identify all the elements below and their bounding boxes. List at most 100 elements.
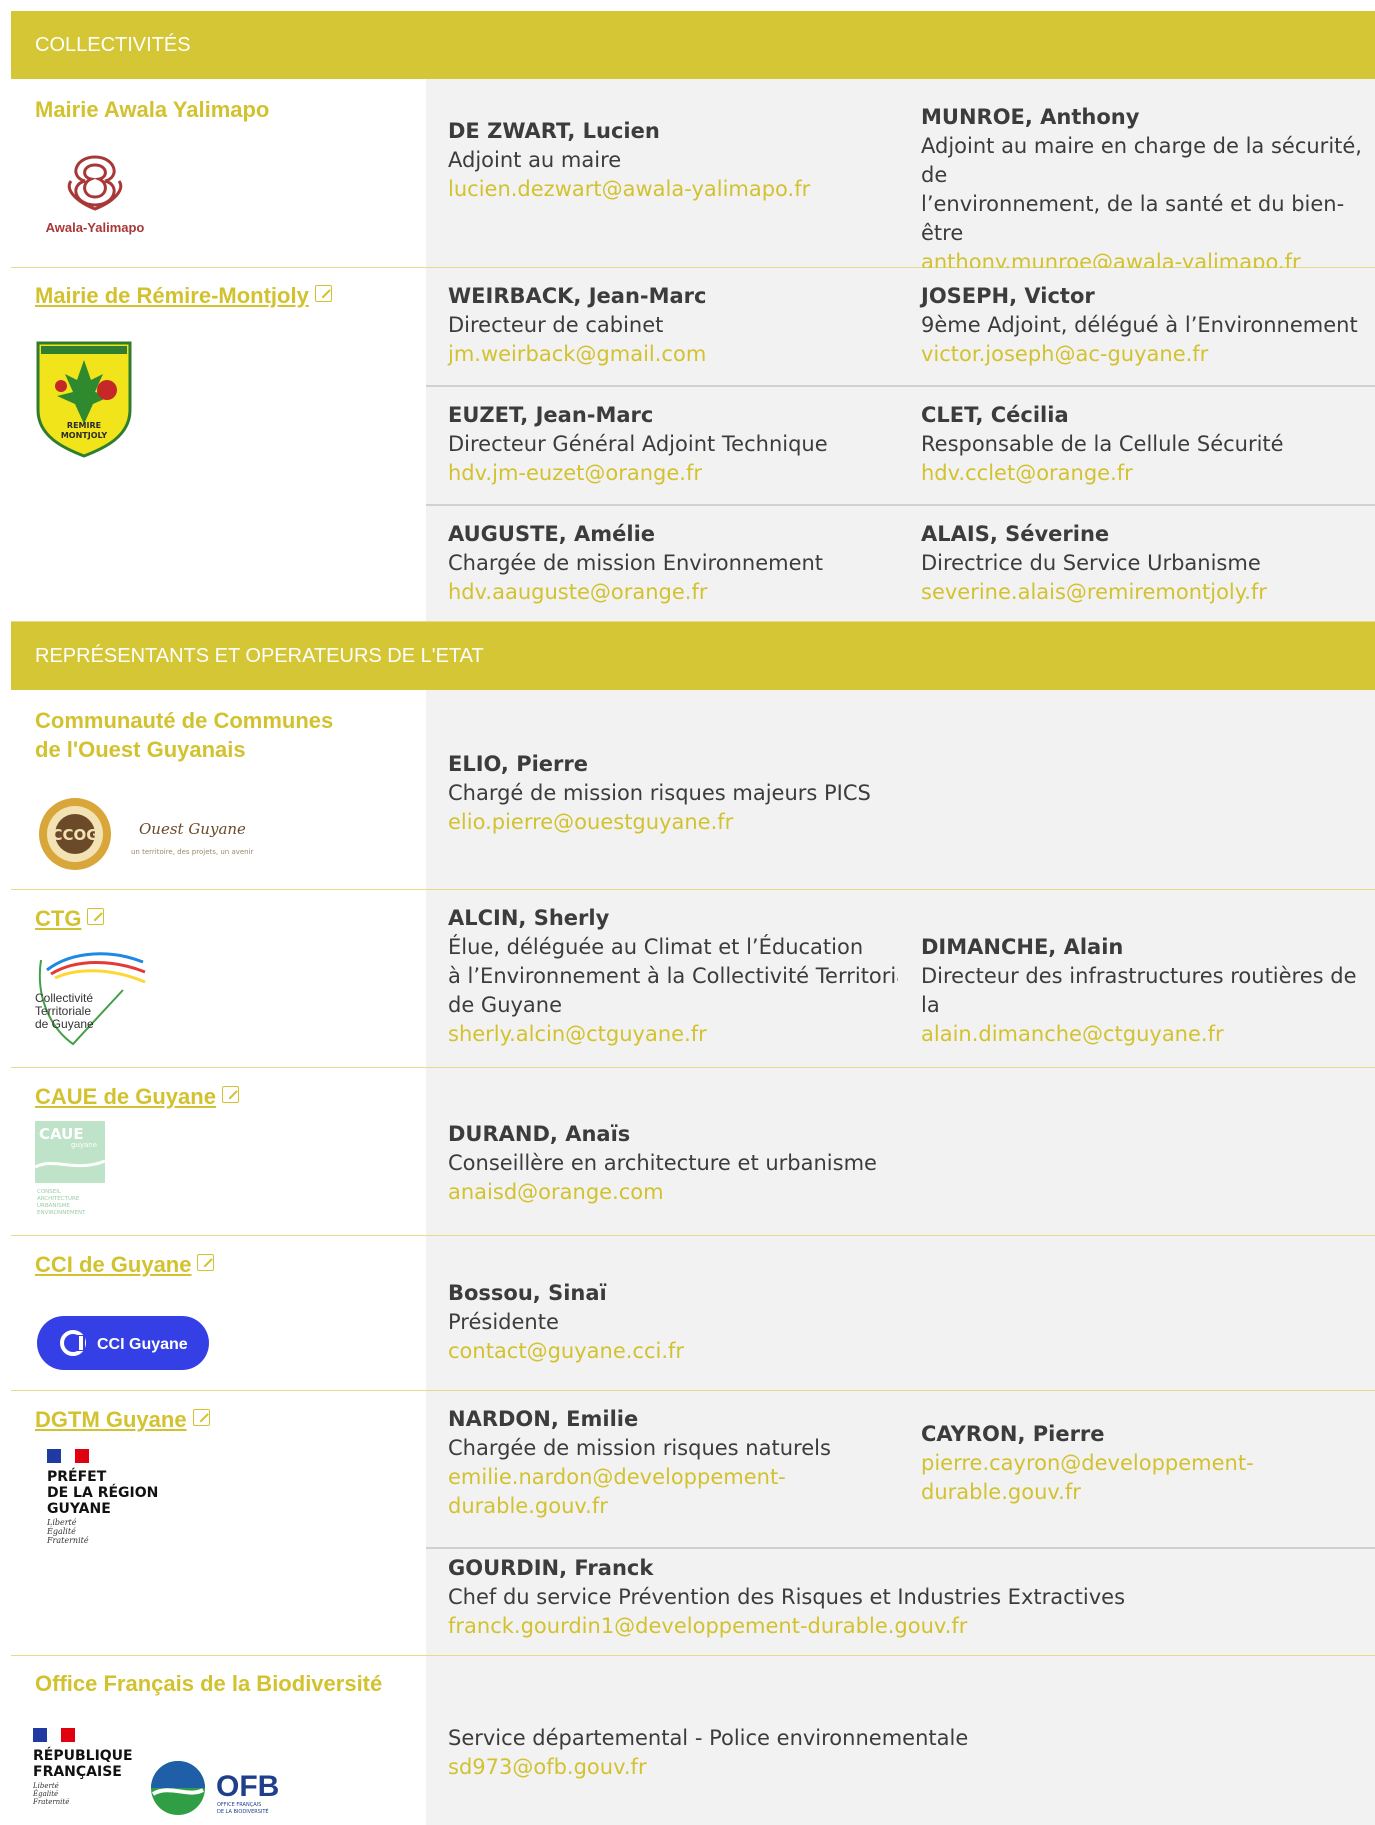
contact-email-link[interactable]: hdv.cclet@orange.fr: [921, 459, 1284, 488]
svg-text:Collectivité: Collectivité: [35, 991, 93, 1005]
svg-text:Fraternité: Fraternité: [33, 1798, 69, 1806]
contact-email-link[interactable]: victor.joseph@ac-guyane.fr: [921, 340, 1358, 369]
svg-text:CONSEIL: CONSEIL: [37, 1189, 62, 1195]
org-link-cci[interactable]: CCI de Guyane: [35, 1250, 215, 1279]
svg-text:Liberté: Liberté: [47, 1518, 77, 1527]
awala-logo: Awala-Yalimapo: [35, 149, 155, 243]
contact-card: ELIO, Pierre Chargé de mission risques m…: [448, 750, 871, 837]
contact-role: Responsable de la Cellule Sécurité: [921, 432, 1284, 456]
contact-card: DIMANCHE, Alain Directeur des infrastruc…: [921, 933, 1375, 1049]
contact-card: JOSEPH, Victor 9ème Adjoint, délégué à l…: [921, 282, 1358, 369]
contact-card: AUGUSTE, Amélie Chargée de mission Envir…: [448, 520, 823, 607]
contact-name: Bossou, Sinaï: [448, 1281, 607, 1305]
contact-card: ALAIS, Séverine Directrice du Service Ur…: [921, 520, 1267, 607]
svg-text:MONTJOLY: MONTJOLY: [61, 431, 108, 440]
external-link-icon: [314, 285, 332, 302]
svg-text:Liberté: Liberté: [33, 1782, 59, 1790]
svg-text:OFFICE FRANÇAIS: OFFICE FRANÇAIS: [217, 1802, 261, 1808]
prefet-guyane-logo: PRÉFET DE LA RÉGION GUYANE Liberté Égali…: [46, 1449, 177, 1563]
contact-name: ALCIN, Sherly: [448, 906, 610, 930]
contact-role: Conseillère en architecture et urbanisme: [448, 1151, 877, 1175]
contact-name: GOURDIN, Franck: [448, 1556, 654, 1580]
contact-card: CAYRON, Pierre pierre.cayron@developpeme…: [921, 1420, 1254, 1507]
contact-name: JOSEPH, Victor: [921, 284, 1095, 308]
external-link-icon: [192, 1409, 210, 1426]
contact-email-link[interactable]: hdv.jm-euzet@orange.fr: [448, 459, 828, 488]
contact-email-link[interactable]: lucien.dezwart@awala-yalimapo.fr: [448, 175, 810, 204]
contact-name: CLET, Cécilia: [921, 403, 1069, 427]
section-header-collectivites: COLLECTIVITÉS: [11, 11, 1375, 79]
contact-role: Chef du service Prévention des Risques e…: [448, 1585, 1126, 1609]
ofb-logo: RÉPUBLIQUE FRANÇAISE Liberté Égalité Fra…: [32, 1728, 283, 1825]
svg-text:DE LA BIODIVERSITÉ: DE LA BIODIVERSITÉ: [217, 1807, 269, 1815]
contact-email-link[interactable]: jm.weirback@gmail.com: [448, 340, 707, 369]
ctg-logo: Collectivité Territoriale de Guyane: [33, 940, 153, 1054]
svg-text:un territoire, des projets, un: un territoire, des projets, un avenir: [131, 848, 254, 856]
svg-text:Ouest Guyane: Ouest Guyane: [139, 820, 246, 838]
svg-text:ENVIRONNEMENT: ENVIRONNEMENT: [37, 1210, 86, 1216]
svg-text:guyane: guyane: [71, 1141, 97, 1149]
contact-role: Adjoint au maire: [448, 148, 622, 172]
svg-text:Territoriale: Territoriale: [35, 1004, 91, 1018]
svg-text:REMIRE: REMIRE: [67, 421, 101, 430]
org-row-ofb: Office Français de la Biodiversité RÉPUB…: [11, 1656, 1375, 1825]
svg-text:Fraternité: Fraternité: [47, 1536, 89, 1545]
contact-email-link[interactable]: elio.pierre@ouestguyane.fr: [448, 808, 871, 837]
contact-card: EUZET, Jean-Marc Directeur Général Adjoi…: [448, 401, 828, 488]
contact-email-link[interactable]: sd973@ofb.gouv.fr: [448, 1753, 968, 1782]
contact-name: MUNROE, Anthony: [921, 105, 1140, 129]
contact-email-link[interactable]: pierre.cayron@developpement- durable.gou…: [921, 1449, 1254, 1507]
contact-card: Service départemental - Police environne…: [448, 1724, 968, 1782]
org-name-ofb: Office Français de la Biodiversité: [35, 1671, 383, 1696]
org-row-cci: CCI de Guyane CCI Guyane Bossou, Sinaï P…: [11, 1236, 1375, 1391]
contact-role: Directeur Général Adjoint Technique: [448, 432, 828, 456]
org-name-awala: Mairie Awala Yalimapo: [35, 97, 270, 122]
contact-name: EUZET, Jean-Marc: [448, 403, 654, 427]
contact-email-link[interactable]: severine.alais@remiremontjoly.fr: [921, 578, 1267, 607]
svg-text:FRANÇAISE: FRANÇAISE: [33, 1764, 122, 1780]
contact-directory: COLLECTIVITÉS Mairie Awala Yalimapo Awal…: [11, 11, 1375, 1825]
svg-text:PRÉFET: PRÉFET: [47, 1468, 107, 1485]
contact-role: Élue, déléguée au Climat et l’Éducation …: [448, 935, 898, 1017]
contact-role: Directeur de cabinet: [448, 313, 664, 337]
contact-name: WEIRBACK, Jean-Marc: [448, 284, 707, 308]
contact-role: Service départemental - Police environne…: [448, 1726, 969, 1750]
row-divider: [426, 504, 1375, 506]
contact-card: DURAND, Anaïs Conseillère en architectur…: [448, 1120, 877, 1207]
svg-text:ARCHITECTURE: ARCHITECTURE: [37, 1196, 80, 1202]
org-name-ccog: Communauté de Communes de l'Ouest Guyana…: [35, 708, 334, 762]
svg-text:de Guyane: de Guyane: [35, 1017, 94, 1031]
contact-role: Chargé de mission risques majeurs PICS: [448, 781, 871, 805]
svg-text:GUYANE: GUYANE: [47, 1501, 111, 1517]
contact-name: DE ZWART, Lucien: [448, 119, 660, 143]
cci-guyane-logo: CCI Guyane: [37, 1316, 209, 1374]
caue-logo: CAUE guyane CONSEIL ARCHITECTURE URBANIS…: [34, 1121, 125, 1225]
contact-card: WEIRBACK, Jean-Marc Directeur de cabinet…: [448, 282, 707, 369]
contact-email-link[interactable]: franck.gourdin1@developpement-durable.go…: [448, 1612, 1125, 1641]
contact-name: AUGUSTE, Amélie: [448, 522, 656, 546]
svg-text:DE LA RÉGION: DE LA RÉGION: [47, 1484, 158, 1501]
contact-role: Directrice du Service Urbanisme: [921, 551, 1261, 575]
contact-name: NARDON, Emilie: [448, 1407, 639, 1431]
org-row-ctg: CTG Collectivité Territoriale de Guyane …: [11, 890, 1375, 1068]
org-row-dgtm: DGTM Guyane PRÉFET DE LA RÉGION GUYANE L…: [11, 1391, 1375, 1656]
svg-text:OFB: OFB: [216, 1770, 279, 1803]
org-link-caue[interactable]: CAUE de Guyane: [35, 1082, 239, 1111]
contact-email-link[interactable]: contact@guyane.cci.fr: [448, 1337, 684, 1366]
contact-card: Bossou, Sinaï Présidente contact@guyane.…: [448, 1279, 684, 1366]
contact-role: Directeur des infrastructures routières …: [921, 964, 1357, 1017]
org-row-caue: CAUE de Guyane CAUE guyane CONSEIL ARCHI…: [11, 1068, 1375, 1236]
contact-email-link[interactable]: anaisd@orange.com: [448, 1178, 877, 1207]
org-link-ctg[interactable]: CTG: [35, 904, 105, 933]
contact-email-link[interactable]: emilie.nardon@developpement- durable.gou…: [448, 1463, 831, 1521]
contact-card: DE ZWART, Lucien Adjoint au maire lucien…: [448, 117, 810, 204]
org-link-remire[interactable]: Mairie de Rémire-Montjoly: [35, 281, 332, 310]
svg-text:Égalité: Égalité: [33, 1789, 58, 1798]
contact-email-link[interactable]: alain.dimanche@ctguyane.fr: [921, 1020, 1375, 1049]
contact-email-link[interactable]: hdv.aauguste@orange.fr: [448, 578, 823, 607]
contact-email-link[interactable]: sherly.alcin@ctguyane.fr: [448, 1020, 898, 1049]
row-divider: [426, 1547, 1375, 1549]
external-link-icon: [197, 1254, 215, 1271]
org-link-dgtm[interactable]: DGTM Guyane: [35, 1405, 210, 1434]
svg-text:Égalité: Égalité: [47, 1527, 76, 1536]
